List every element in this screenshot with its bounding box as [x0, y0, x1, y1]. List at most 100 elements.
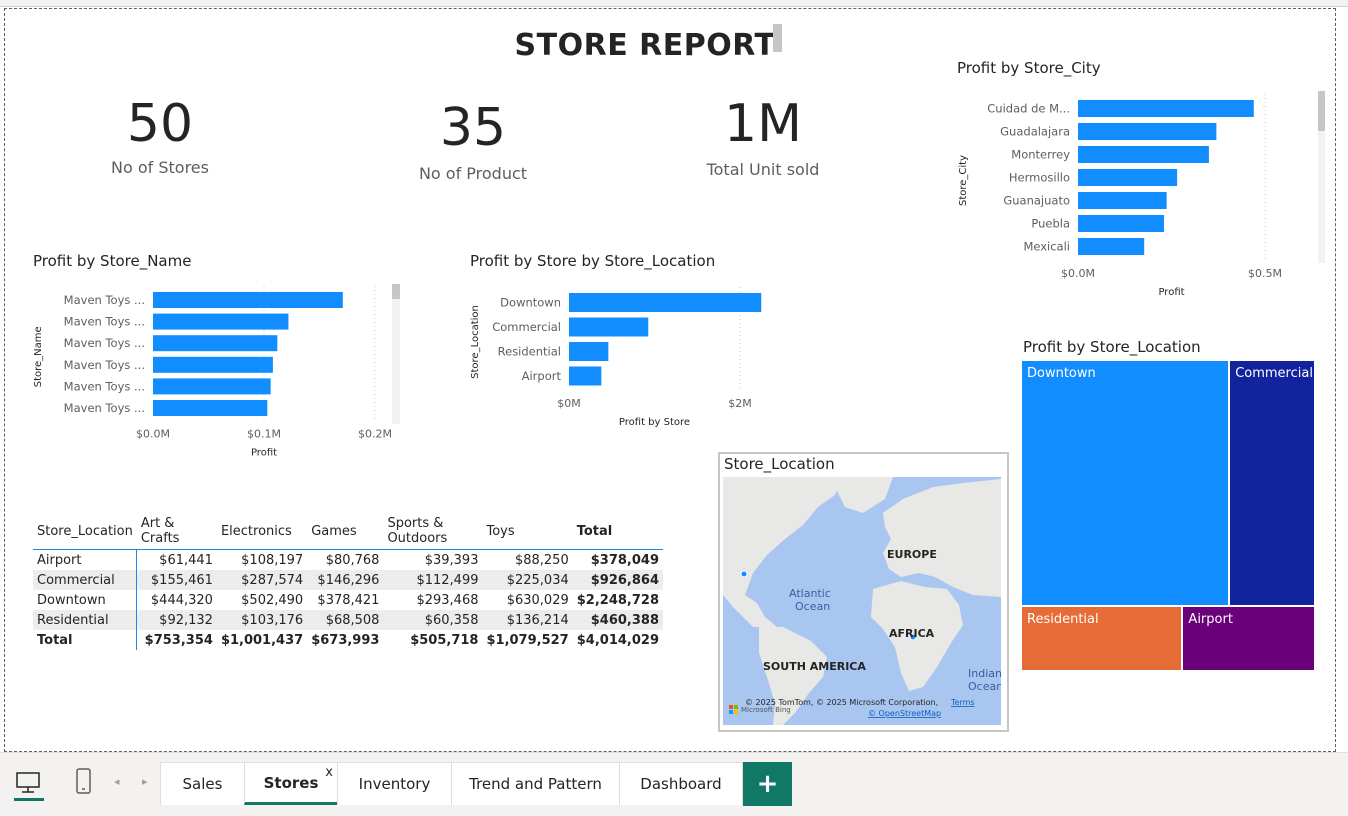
- y-category-label: Commercial: [492, 320, 561, 334]
- x-axis-title: Profit: [251, 448, 277, 459]
- table-cell: $39,393: [424, 552, 479, 568]
- x-tick-label: $0.5M: [1248, 267, 1282, 280]
- bar[interactable]: [1078, 169, 1178, 186]
- column-header[interactable]: Art & Crafts: [136, 513, 217, 550]
- mobile-view-icon[interactable]: [72, 767, 96, 797]
- chart-store-city[interactable]: $0.0M $0.5M Cuidad de M... Guadalajara Monte…: [955, 88, 1335, 308]
- tab-stores[interactable]: Stores x: [244, 762, 338, 805]
- column-header[interactable]: Toys: [482, 513, 573, 550]
- chart-store-name[interactable]: $0.0M $0.1M $0.2M Maven Toys ... Maven Toys …: [30, 278, 410, 463]
- card-stores-label: No of Stores: [111, 158, 209, 177]
- chart-store-name-title: Profit by Store_Name: [33, 252, 192, 270]
- bar[interactable]: [153, 335, 278, 352]
- table-row[interactable]: Downtown $444,320 $502,490 $378,421 $293,468…: [33, 590, 663, 610]
- bar[interactable]: [1078, 146, 1209, 163]
- bar[interactable]: [569, 342, 609, 361]
- y-category-label: Maven Toys ...: [64, 315, 145, 329]
- bar[interactable]: [1078, 100, 1254, 117]
- bar[interactable]: [569, 317, 649, 337]
- map-visual[interactable]: Store_Location EUROPE Atlantic Ocean AFR…: [718, 452, 1009, 732]
- close-tab-icon[interactable]: x: [325, 765, 333, 780]
- table-row[interactable]: Commercial $155,461 $287,574 $146,296 $112,4…: [33, 570, 663, 590]
- chart-store-location[interactable]: $0M $2M Downtown Commercial Residential Airpo…: [467, 284, 787, 439]
- table-row[interactable]: Residential $92,132 $103,176 $68,508 $60,358…: [33, 610, 663, 630]
- y-category-label: Maven Toys ...: [64, 336, 145, 350]
- y-category-label: Residential: [498, 345, 561, 359]
- table-cell: $926,864: [572, 570, 663, 590]
- bar[interactable]: [1078, 215, 1165, 232]
- card-products-label: No of Product: [418, 164, 528, 183]
- treemap-cell[interactable]: Airport: [1183, 607, 1314, 670]
- tab-stores-label: Stores: [263, 773, 319, 792]
- bar[interactable]: [153, 400, 268, 416]
- table-cell: $112,499: [383, 570, 483, 590]
- page-tab-bar: ◂ ▸ Sales Stores x Inventory Trend and P…: [0, 752, 1348, 816]
- desktop-view-icon[interactable]: [14, 769, 42, 797]
- treemap-cell[interactable]: Residential: [1022, 607, 1182, 670]
- bar[interactable]: [1078, 192, 1167, 209]
- map-label-indian: Indian: [968, 667, 1001, 680]
- tabs-scroll-left-icon[interactable]: ◂: [114, 775, 120, 788]
- treemap-cell-label: Downtown: [1027, 366, 1096, 381]
- tab-trend-and-pattern[interactable]: Trend and Pattern: [451, 762, 620, 805]
- map-terms-link[interactable]: Terms: [950, 698, 975, 707]
- y-category-label: Maven Toys ...: [64, 293, 145, 307]
- treemap-cell-label: Airport: [1188, 612, 1233, 628]
- table-cell: Commercial: [33, 570, 138, 590]
- map-label-south-america: SOUTH AMERICA: [763, 660, 866, 673]
- bar[interactable]: [153, 292, 343, 308]
- card-stores-value: 50: [126, 94, 194, 154]
- table-row[interactable]: Airport $61,441 $108,197 $80,768 $39,393 $88,…: [33, 549, 663, 570]
- card-units-value: 1M: [724, 94, 802, 154]
- y-category-label: Maven Toys ...: [64, 358, 145, 372]
- page-title: STORE REPORT: [514, 28, 776, 63]
- chart-store-name-scrollbar[interactable]: [392, 284, 400, 299]
- table-cell: $108,197: [241, 552, 304, 568]
- tab-inventory[interactable]: Inventory: [337, 762, 452, 805]
- chart-store-location-title: Profit by Store by Store_Location: [470, 252, 716, 270]
- table-cell: $378,421: [317, 592, 380, 608]
- x-tick-label: $0.1M: [247, 428, 281, 441]
- add-page-button[interactable]: +: [743, 762, 792, 806]
- y-category-label: Maven Toys ...: [64, 379, 145, 393]
- column-header[interactable]: Sports & Outdoors: [383, 513, 483, 550]
- treemap-store-location[interactable]: Downtown Commercial Residential Airport: [1022, 361, 1316, 672]
- table-cell: $136,214: [482, 610, 573, 630]
- map-label-atlantic-ocean: Ocean: [795, 600, 830, 613]
- bar[interactable]: [569, 366, 602, 386]
- card-units-label: Total Unit sold: [706, 160, 820, 179]
- map-osm-link[interactable]: © OpenStreetMap: [868, 709, 941, 718]
- bar[interactable]: [1078, 238, 1145, 255]
- table-cell: $753,354: [144, 632, 213, 648]
- x-tick-label: $0.0M: [1061, 267, 1095, 280]
- bar[interactable]: [1078, 123, 1217, 140]
- column-header[interactable]: Games: [307, 513, 384, 550]
- matrix-table[interactable]: Store_Location Art & Crafts Electronics Gam…: [33, 513, 663, 650]
- chart-store-city-scrollbar[interactable]: [1318, 91, 1325, 131]
- tabs-scroll-right-icon[interactable]: ▸: [142, 775, 148, 788]
- matrix-header-row: Store_Location Art & Crafts Electronics Gam…: [33, 513, 663, 550]
- bar[interactable]: [153, 313, 289, 330]
- y-axis-title: Store_Location: [470, 305, 481, 379]
- bar[interactable]: [569, 293, 762, 312]
- treemap-title: Profit by Store_Location: [1023, 338, 1201, 356]
- column-header[interactable]: Total: [572, 513, 663, 550]
- x-tick-label: $2M: [728, 397, 752, 410]
- treemap-cell[interactable]: Downtown: [1022, 361, 1229, 606]
- treemap-cell[interactable]: Commercial: [1230, 361, 1314, 606]
- title-cursor-mark: [773, 24, 782, 52]
- column-header[interactable]: Electronics: [216, 513, 308, 550]
- chart-store-name-scroll-track[interactable]: [392, 284, 400, 424]
- column-header[interactable]: Store_Location: [33, 513, 137, 550]
- table-cell: $225,034: [482, 570, 573, 590]
- x-tick-label: $0.0M: [136, 428, 170, 441]
- map-canvas[interactable]: EUROPE Atlantic Ocean AFRICA SOUTH AMERI…: [723, 477, 1001, 725]
- map-title: Store_Location: [724, 455, 835, 473]
- table-total-row[interactable]: Total $753,354 $1,001,437 $673,993 $505,718 $…: [33, 630, 663, 650]
- bar[interactable]: [153, 356, 273, 373]
- bar[interactable]: [153, 378, 271, 395]
- treemap-cell-label: Commercial: [1235, 366, 1313, 381]
- tab-dashboard[interactable]: Dashboard: [619, 762, 743, 805]
- tab-sales[interactable]: Sales: [160, 762, 245, 805]
- map-point-marker[interactable]: [740, 570, 748, 578]
